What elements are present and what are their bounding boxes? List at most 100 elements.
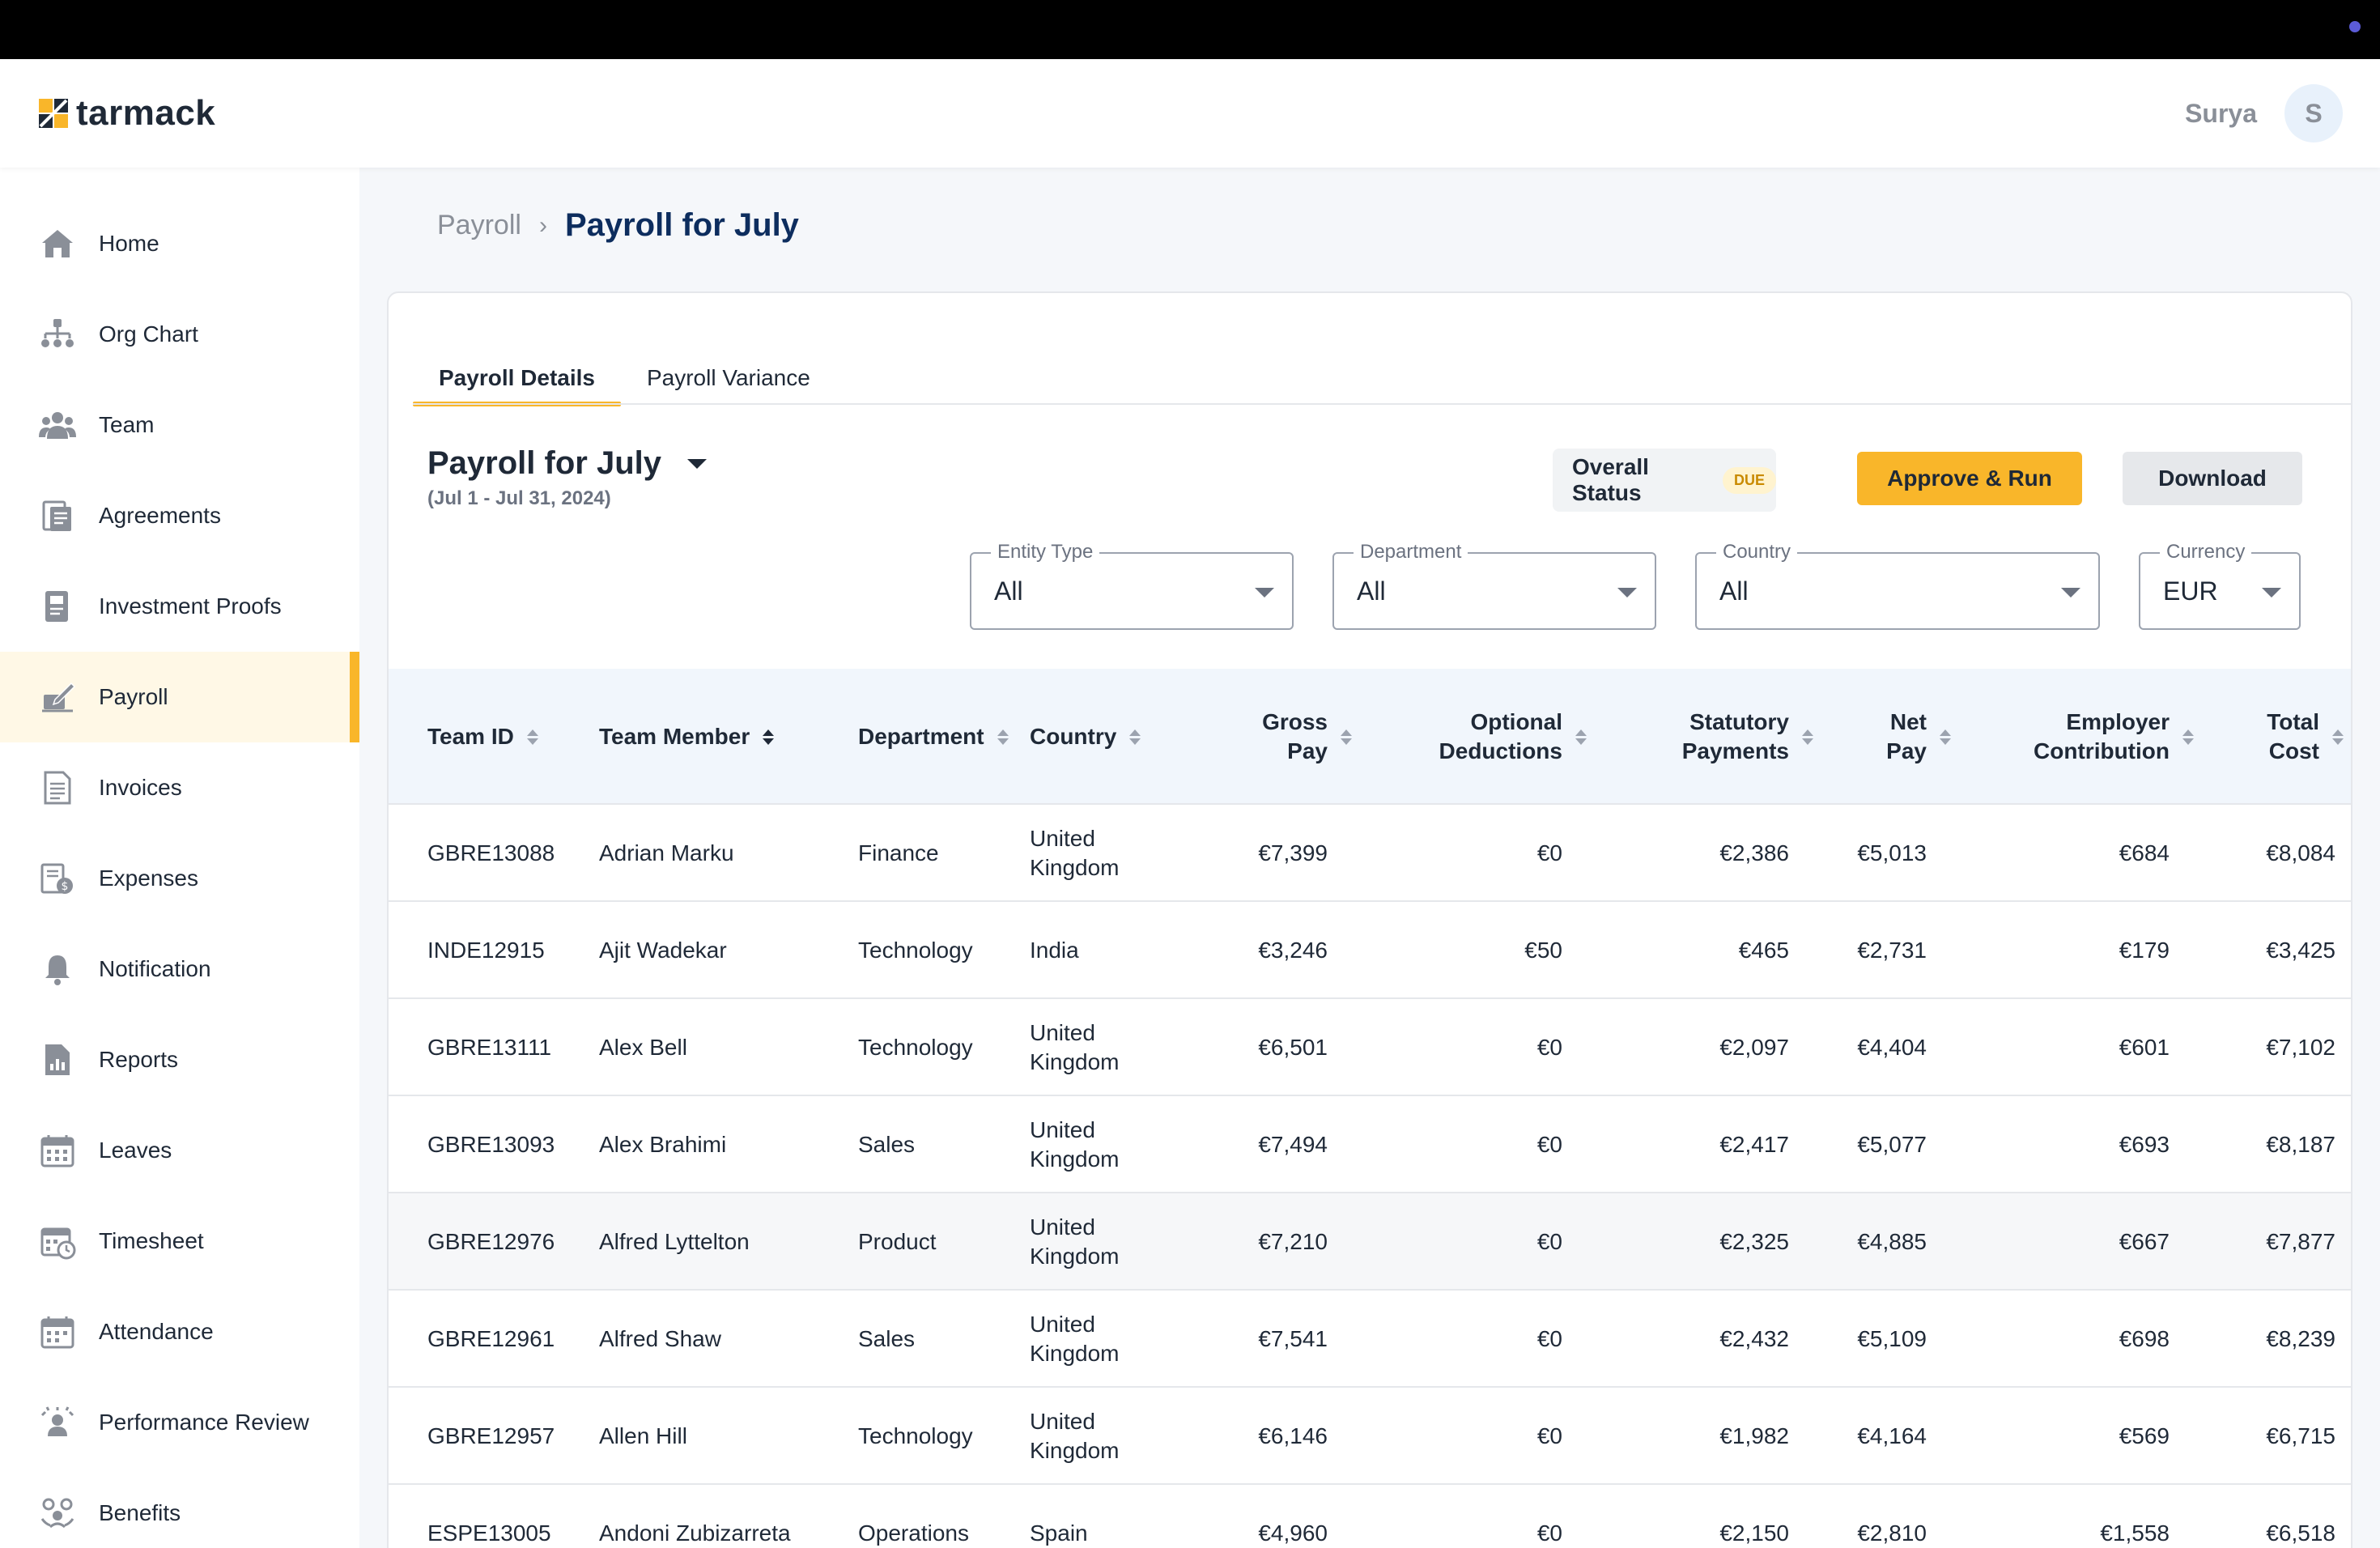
sidebar-item-payroll[interactable]: Payroll — [0, 652, 359, 742]
cell-net-pay: €4,164 — [1857, 1423, 1927, 1448]
cell-team-member: Alfred Shaw — [599, 1326, 721, 1351]
sidebar-item-team[interactable]: Team — [0, 380, 359, 470]
column-header-department[interactable]: Department — [858, 669, 1020, 805]
sidebar-item-invoices[interactable]: Invoices — [0, 742, 359, 833]
column-header-country[interactable]: Country — [1030, 669, 1192, 805]
sidebar-item-performance-review[interactable]: Performance Review — [0, 1377, 359, 1468]
column-header-content: Statutory Payments — [1682, 708, 1813, 766]
cell-employer-contribution: €684 — [2119, 840, 2170, 865]
sort-icon[interactable] — [2332, 729, 2344, 745]
sidebar-item-home[interactable]: Home — [0, 198, 359, 289]
department-select[interactable]: Department All — [1332, 541, 1656, 630]
cell-statutory-payments: €2,386 — [1719, 840, 1789, 865]
column-header-line: Cost — [2268, 738, 2319, 763]
sidebar-item-attendance[interactable]: Attendance — [0, 1286, 359, 1377]
sidebar-item-agreements[interactable]: Agreements — [0, 470, 359, 561]
sort-icon[interactable] — [763, 729, 775, 745]
entity-type-select[interactable]: Entity Type All — [970, 541, 1294, 630]
cell-gross-pay: €7,399 — [1258, 840, 1328, 865]
column-header-statutory-payments[interactable]: Statutory Payments — [1595, 669, 1813, 805]
sidebar-item-investment-proofs[interactable]: Investment Proofs — [0, 561, 359, 652]
column-header-line: Optional — [1470, 709, 1562, 734]
cell-department: Finance — [858, 840, 939, 865]
currency-select[interactable]: Currency EUR — [2139, 541, 2301, 630]
country-line: United — [1030, 1020, 1095, 1045]
cell-country: Spain — [1030, 1485, 1192, 1548]
sidebar-item-reports[interactable]: Reports — [0, 1014, 359, 1105]
country-text: United Kingdom — [1030, 1310, 1120, 1368]
sort-icon[interactable] — [1940, 729, 1951, 745]
sort-icon[interactable] — [1802, 729, 1813, 745]
column-header-line: Pay — [1886, 738, 1927, 763]
filter-label: Currency — [2160, 541, 2252, 563]
table-row[interactable]: GBRE13088 Adrian Marku Finance United Kingdo… — [389, 805, 2351, 902]
column-header-optional-deductions[interactable]: Optional Deductions — [1360, 669, 1587, 805]
sidebar-item-notification[interactable]: Notification — [0, 924, 359, 1014]
benefits-icon — [39, 1495, 76, 1532]
payroll-period-selector[interactable]: Payroll for July — [427, 445, 708, 482]
cell-net-pay: €4,885 — [1857, 1229, 1927, 1254]
cell-optional-deductions: €0 — [1536, 1229, 1562, 1254]
column-header-team-id[interactable]: Team ID — [427, 669, 589, 805]
sort-icon[interactable] — [2182, 729, 2194, 745]
sidebar-item-label: Attendance — [99, 1319, 214, 1344]
chevron-right-icon: › — [538, 211, 547, 239]
table-row[interactable]: ESPE13005 Andoni Zubizarreta Operations Spa… — [389, 1485, 2351, 1548]
tab-payroll-variance[interactable]: Payroll Variance — [621, 350, 836, 406]
sidebar-item-leaves[interactable]: Leaves — [0, 1105, 359, 1196]
cell-gross-pay: €4,960 — [1258, 1520, 1328, 1546]
sort-icon[interactable] — [526, 729, 538, 745]
user-menu[interactable]: Surya S — [2185, 84, 2343, 142]
sort-icon[interactable] — [1129, 729, 1141, 745]
country-line: Kingdom — [1030, 855, 1120, 880]
table-row[interactable]: INDE12915 Ajit Wadekar Technology India €3,2… — [389, 902, 2351, 999]
cell-team-member: Alfred Lyttelton — [599, 1229, 750, 1254]
table-row[interactable]: GBRE13111 Alex Bell Technology United Kingdo… — [389, 999, 2351, 1096]
country-select[interactable]: Country All — [1695, 541, 2100, 630]
sidebar-item-timesheet[interactable]: Timesheet — [0, 1196, 359, 1286]
cell-country: United Kingdom — [1030, 999, 1192, 1096]
country-text: United Kingdom — [1030, 1116, 1120, 1174]
cell-employer-contribution: €569 — [2119, 1423, 2170, 1448]
column-header-label: Team Member — [599, 724, 750, 749]
sidebar-item-expenses[interactable]: $ Expenses — [0, 833, 359, 924]
table-row[interactable]: GBRE12976 Alfred Lyttelton Product United Ki… — [389, 1193, 2351, 1291]
table-row[interactable]: GBRE12957 Allen Hill Technology United Kingd… — [389, 1388, 2351, 1485]
timesheet-icon — [39, 1223, 76, 1260]
cell-statutory-payments: €465 — [1738, 938, 1789, 963]
column-header-gross-pay[interactable]: Gross Pay — [1198, 669, 1352, 805]
sort-icon[interactable] — [997, 729, 1009, 745]
caret-down-icon[interactable] — [686, 457, 708, 470]
breadcrumb-root-link[interactable]: Payroll — [437, 210, 521, 241]
tab-payroll-details[interactable]: Payroll Details — [413, 350, 621, 406]
sort-icon[interactable] — [1575, 729, 1587, 745]
cell-team-id: INDE12915 — [427, 938, 545, 963]
cell-team-member: Alex Bell — [599, 1035, 687, 1060]
column-header-net-pay[interactable]: Net Pay — [1821, 669, 1951, 805]
cell-employer-contribution: €1,558 — [2100, 1520, 2170, 1546]
sidebar-item-org-chart[interactable]: Org Chart — [0, 289, 359, 380]
download-button[interactable]: Download — [2123, 452, 2302, 505]
column-header-total-cost[interactable]: Total Cost — [2202, 669, 2344, 805]
cell-statutory-payments: €2,097 — [1719, 1035, 1789, 1060]
approve-run-button[interactable]: Approve & Run — [1857, 452, 2082, 505]
org-chart-icon — [39, 316, 76, 353]
sidebar-item-label: Payroll — [99, 684, 168, 709]
column-header-employer-contribution[interactable]: Employer Contribution — [1959, 669, 2194, 805]
cell-total-cost: €6,518 — [2266, 1520, 2335, 1546]
column-header-content: Employer Contribution — [2034, 708, 2194, 766]
brand-logo[interactable]: tarmack — [37, 93, 215, 134]
column-header-team-member[interactable]: Team Member — [599, 669, 842, 805]
table-row[interactable]: GBRE13093 Alex Brahimi Sales United Kingdom €… — [389, 1096, 2351, 1193]
cell-optional-deductions: €0 — [1536, 1132, 1562, 1157]
avatar[interactable]: S — [2284, 84, 2343, 142]
sidebar-item-label: Org Chart — [99, 321, 198, 347]
sidebar-item-label: Timesheet — [99, 1228, 204, 1253]
column-header-label: Country — [1030, 724, 1117, 749]
sort-icon[interactable] — [1341, 729, 1352, 745]
sidebar-item-benefits[interactable]: Benefits — [0, 1468, 359, 1548]
invoices-icon — [39, 769, 76, 806]
sidebar-item-label: Agreements — [99, 503, 221, 528]
filter-value: All — [994, 576, 1023, 606]
table-row[interactable]: GBRE12961 Alfred Shaw Sales United Kingdom €7… — [389, 1291, 2351, 1388]
